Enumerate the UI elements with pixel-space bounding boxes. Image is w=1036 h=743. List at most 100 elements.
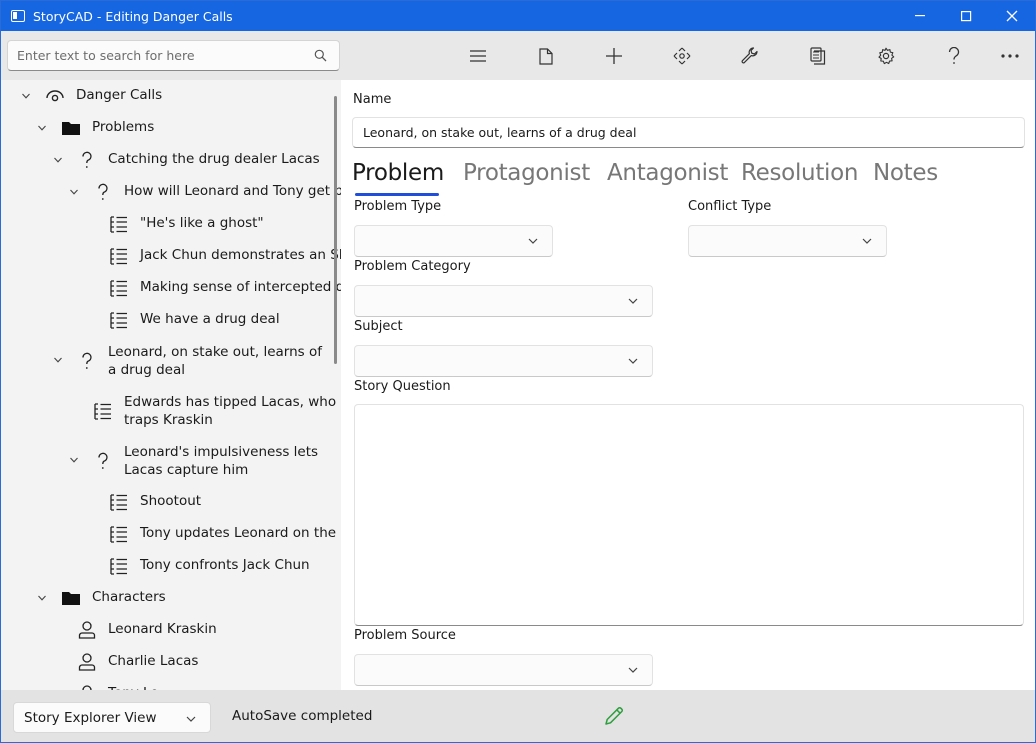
tab-protagonist[interactable]: Protagonist [463, 160, 590, 186]
tab-problem[interactable]: Problem [352, 160, 444, 186]
chevron-down-icon [186, 716, 196, 722]
conflict-type-label: Conflict Type [688, 199, 772, 214]
search-box [7, 40, 340, 71]
tree-item[interactable]: Catching the drug dealer Lacas [1, 150, 341, 170]
tree-item-label: Tony confronts Jack Chun [140, 557, 310, 573]
problem-category-combo[interactable] [354, 285, 653, 317]
name-label: Name [353, 92, 392, 107]
subject-label: Subject [354, 319, 403, 334]
question-mark-icon [93, 451, 113, 471]
chevron-down-icon [862, 238, 872, 244]
tab-antagonist[interactable]: Antagonist [607, 160, 728, 186]
tree-item-label: How will Leonard and Tony get pas [124, 183, 341, 199]
preferences-button[interactable] [868, 40, 904, 72]
tree-item[interactable]: How will Leonard and Tony get pas [1, 182, 341, 202]
tools-button[interactable] [732, 40, 768, 72]
help-button[interactable] [936, 40, 972, 72]
tree-item[interactable]: Problems [1, 118, 341, 138]
subject-combo[interactable] [354, 345, 653, 377]
active-tab-indicator [355, 193, 439, 196]
chevron-down-icon[interactable] [69, 455, 79, 465]
tree-item[interactable]: Charlie Lacas [1, 652, 341, 672]
maximize-button[interactable] [943, 1, 989, 31]
tree-item[interactable]: Making sense of intercepted dat [1, 278, 341, 298]
story-explorer-tree: Danger Calls Problems Catching the drug de… [1, 80, 341, 690]
chevron-down-icon [628, 298, 638, 304]
reports-button[interactable] [800, 40, 836, 72]
toolbar [1, 31, 1035, 80]
problem-source-combo[interactable] [354, 654, 653, 686]
tree-item[interactable]: Tony updates Leonard on the at [1, 524, 341, 544]
view-selector-value: Story Explorer View [24, 710, 157, 726]
menu-button[interactable] [460, 40, 496, 72]
view-selector[interactable]: Story Explorer View [13, 702, 211, 733]
move-button[interactable] [664, 40, 700, 72]
search-input[interactable] [8, 48, 298, 63]
question-mark-icon [77, 351, 97, 371]
tree-item[interactable]: Jack Chun demonstrates an SDR [1, 246, 341, 266]
tree-item-label: Jack Chun demonstrates an SDR [140, 247, 341, 263]
problem-type-combo[interactable] [354, 225, 553, 257]
tree-item-label: Charlie Lacas [108, 653, 199, 669]
tree-item[interactable]: We have a drug deal [1, 310, 341, 330]
pencil-icon[interactable] [603, 705, 625, 727]
app-icon [11, 10, 25, 22]
status-message: AutoSave completed [232, 708, 373, 724]
tree-item[interactable]: Edwards has tipped Lacas, who traps Kras… [1, 393, 341, 437]
question-mark-icon [93, 182, 113, 202]
close-icon [1006, 10, 1018, 22]
copy-icon [810, 47, 826, 65]
tree-scrollbar[interactable] [334, 96, 337, 364]
tree-item[interactable]: "He's like a ghost" [1, 214, 341, 234]
folder-icon [61, 118, 81, 138]
scene-list-icon [109, 246, 129, 266]
tree-item[interactable]: Danger Calls [1, 86, 341, 106]
chevron-down-icon[interactable] [69, 187, 79, 197]
plus-icon [606, 48, 622, 64]
tree-item-label: Leonard Kraskin [108, 621, 217, 637]
move-arrows-icon [673, 47, 691, 65]
tree-item[interactable]: Tony confronts Jack Chun [1, 556, 341, 576]
tab-notes[interactable]: Notes [873, 160, 938, 186]
maximize-icon [960, 10, 971, 21]
wrench-icon [741, 47, 758, 64]
story-question-textarea[interactable] [354, 404, 1024, 626]
chevron-down-icon[interactable] [37, 593, 47, 603]
chevron-down-icon [628, 667, 638, 673]
chevron-down-icon[interactable] [53, 155, 63, 165]
close-button[interactable] [989, 1, 1035, 31]
folder-icon [61, 588, 81, 608]
add-button[interactable] [596, 40, 632, 72]
tree-item-label: Catching the drug dealer Lacas [108, 151, 320, 167]
more-icon [1001, 54, 1019, 58]
chevron-down-icon [628, 358, 638, 364]
minimize-button[interactable] [897, 1, 943, 31]
story-icon [45, 86, 65, 106]
scene-list-icon [109, 278, 129, 298]
tree-item[interactable]: Leonard, on stake out, learns of a drug … [1, 343, 341, 387]
problem-source-label: Problem Source [354, 628, 456, 643]
story-question-label: Story Question [354, 379, 451, 394]
question-mark-icon [77, 150, 97, 170]
file-button[interactable] [528, 40, 564, 72]
chevron-down-icon [528, 238, 538, 244]
chevron-down-icon[interactable] [53, 355, 63, 365]
name-input[interactable] [352, 117, 1025, 148]
tab-resolution[interactable]: Resolution [741, 160, 858, 186]
more-button[interactable] [992, 40, 1028, 72]
chevron-down-icon[interactable] [21, 91, 31, 101]
tree-item[interactable]: Shootout [1, 492, 341, 512]
tree-item[interactable]: Leonard's impulsiveness lets Lacas captu… [1, 443, 341, 487]
gear-icon [878, 47, 895, 65]
scene-list-icon [109, 214, 129, 234]
tree-item[interactable]: Characters [1, 588, 341, 608]
tree-item-label: We have a drug deal [140, 311, 280, 327]
chevron-down-icon[interactable] [37, 123, 47, 133]
tree-item-label: Characters [92, 589, 166, 605]
scene-list-icon [109, 492, 129, 512]
title-bar: StoryCAD - Editing Danger Calls [1, 1, 1035, 31]
search-icon[interactable] [314, 49, 327, 62]
tree-item[interactable]: Leonard Kraskin [1, 620, 341, 640]
conflict-type-combo[interactable] [688, 225, 887, 257]
app-window: StoryCAD - Editing Danger Calls Enter te… [0, 0, 1036, 743]
